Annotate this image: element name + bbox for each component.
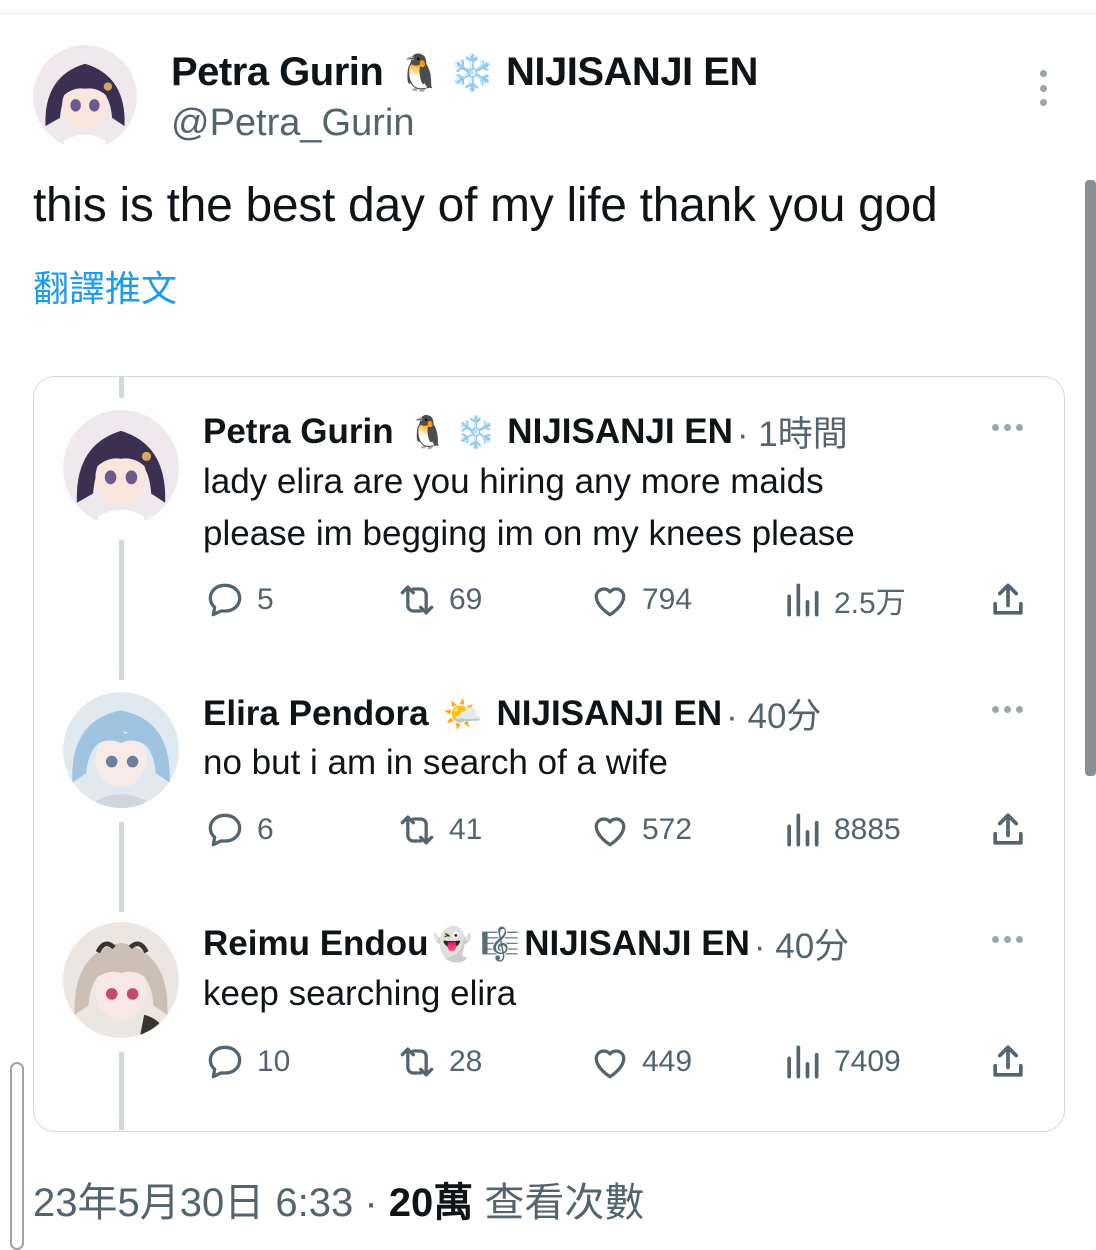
reply-avatar-reimu[interactable] [63, 922, 179, 1038]
tweet-meta: 23年5月30日 6:33 · 20萬 查看次數 [33, 1170, 644, 1228]
views-icon [787, 1045, 819, 1079]
reply-author-name[interactable]: Reimu Endou [203, 924, 429, 964]
reply-text: no but i am in search of a wife [203, 737, 668, 789]
reply-action[interactable]: 6 [203, 808, 274, 852]
reply-header: Petra Gurin 🐧 ❄️ NIJISANJI EN · 1時間 [203, 406, 848, 457]
share-icon [993, 813, 1023, 845]
author-name[interactable]: Petra Gurin [171, 50, 384, 95]
views-count: 7409 [834, 1045, 901, 1078]
retweet-icon [400, 585, 434, 615]
share-action[interactable] [986, 1040, 1040, 1084]
views-count: 8885 [834, 813, 901, 846]
reply-more-icon[interactable] [992, 936, 1023, 943]
thread-connector [119, 540, 124, 680]
reply-header: Reimu Endou 👻 🎼 NIJISANJI EN · 40分 [203, 918, 849, 969]
like-action[interactable]: 449 [588, 1040, 692, 1084]
scroll-handle[interactable] [10, 1062, 24, 1250]
thread-connector [119, 822, 124, 912]
reply-header: Elira Pendora 🌤️ NIJISANJI EN · 40分 [203, 688, 821, 739]
reply-author-name[interactable]: Petra Gurin [203, 412, 394, 452]
author-org: NIJISANJI EN [506, 50, 758, 94]
views-icon [787, 583, 819, 617]
reply-timestamp[interactable]: · 1時間 [737, 406, 848, 457]
like-icon [594, 1049, 626, 1079]
snowflake-emoji: ❄️ [455, 412, 496, 451]
reply-avatar-petra[interactable] [63, 410, 179, 526]
share-action[interactable] [986, 578, 1040, 622]
ghost-emoji: 👻 [432, 924, 473, 963]
tweet-text: this is the best day of my life thank yo… [33, 179, 938, 232]
views-total: 20萬 [388, 1181, 474, 1225]
thread-connector [119, 376, 124, 398]
reply-more-icon[interactable] [992, 424, 1023, 431]
penguin-emoji: 🐧 [397, 52, 442, 94]
tweet-timestamp[interactable]: 23年5月30日 6:33 [33, 1181, 353, 1225]
reply-icon [208, 813, 242, 847]
translate-tweet-link[interactable]: 翻譯推文 [33, 260, 177, 312]
reply-count: 10 [257, 1045, 291, 1078]
reply-icon [208, 1045, 242, 1079]
like-count: 572 [642, 813, 693, 846]
reply-count: 6 [257, 813, 274, 846]
sun-behind-cloud-emoji: 🌤️ [442, 694, 483, 733]
reply-icon [208, 583, 242, 617]
like-count: 794 [642, 583, 693, 616]
retweet-action[interactable]: 69 [395, 578, 482, 622]
views-action[interactable]: 7409 [780, 1040, 901, 1084]
reply-action[interactable]: 10 [203, 1040, 290, 1084]
reply-author-org: NIJISANJI EN [496, 693, 723, 733]
views-label: 查看次數 [484, 1181, 645, 1225]
share-action[interactable] [986, 808, 1040, 852]
retweet-count: 28 [449, 1045, 483, 1078]
reply-author-name[interactable]: Elira Pendora [203, 694, 429, 734]
views-count: 2.5万 [834, 587, 906, 620]
reply-author-org: NIJISANJI EN [507, 411, 733, 451]
meta-separator: · [364, 1181, 378, 1225]
views-action[interactable]: 8885 [780, 808, 901, 852]
thread-connector [119, 1052, 124, 1130]
top-divider [0, 13, 1096, 14]
reply-timestamp[interactable]: · 40分 [726, 688, 821, 739]
reply-text-line: no but i am in search of a wife [203, 743, 668, 782]
reply-text-line: keep searching elira [203, 974, 517, 1013]
retweet-action[interactable]: 28 [395, 1040, 482, 1084]
retweet-icon [400, 1047, 434, 1077]
share-icon [993, 1045, 1023, 1077]
reply-action[interactable]: 5 [203, 578, 274, 622]
penguin-emoji: 🐧 [407, 412, 448, 451]
like-icon [594, 587, 626, 617]
author-avatar[interactable] [33, 45, 137, 149]
like-icon [594, 817, 626, 847]
reply-author-org: NIJISANJI EN [524, 923, 750, 963]
reply-count: 5 [257, 583, 274, 616]
views-action[interactable]: 2.5万 [780, 578, 906, 622]
share-icon [993, 583, 1023, 615]
author-handle[interactable]: @Petra_Gurin [171, 102, 414, 145]
like-action[interactable]: 794 [588, 578, 692, 622]
reply-avatar-elira[interactable] [63, 692, 179, 808]
like-action[interactable]: 572 [588, 808, 692, 852]
retweet-count: 41 [449, 813, 483, 846]
reply-more-icon[interactable] [992, 706, 1023, 713]
reply-timestamp[interactable]: · 40分 [754, 918, 849, 969]
author-name-row[interactable]: Petra Gurin 🐧 ❄️ NIJISANJI EN [171, 50, 758, 95]
musical-score-emoji: 🎼 [480, 924, 521, 963]
retweet-count: 69 [449, 583, 483, 616]
more-options-icon[interactable] [1036, 70, 1050, 106]
like-count: 449 [642, 1045, 693, 1078]
views-icon [787, 813, 819, 847]
retweet-action[interactable]: 41 [395, 808, 482, 852]
retweet-icon [400, 815, 434, 845]
scrollbar[interactable] [1085, 180, 1096, 776]
reply-text-line: lady elira are you hiring any more maids [203, 462, 824, 501]
reply-text: keep searching elira [203, 968, 516, 1020]
snowflake-emoji: ❄️ [449, 52, 495, 94]
reply-text-line: please im begging im on my knees please [203, 514, 855, 553]
reply-text: lady elira are you hiring any more maids… [203, 456, 855, 560]
